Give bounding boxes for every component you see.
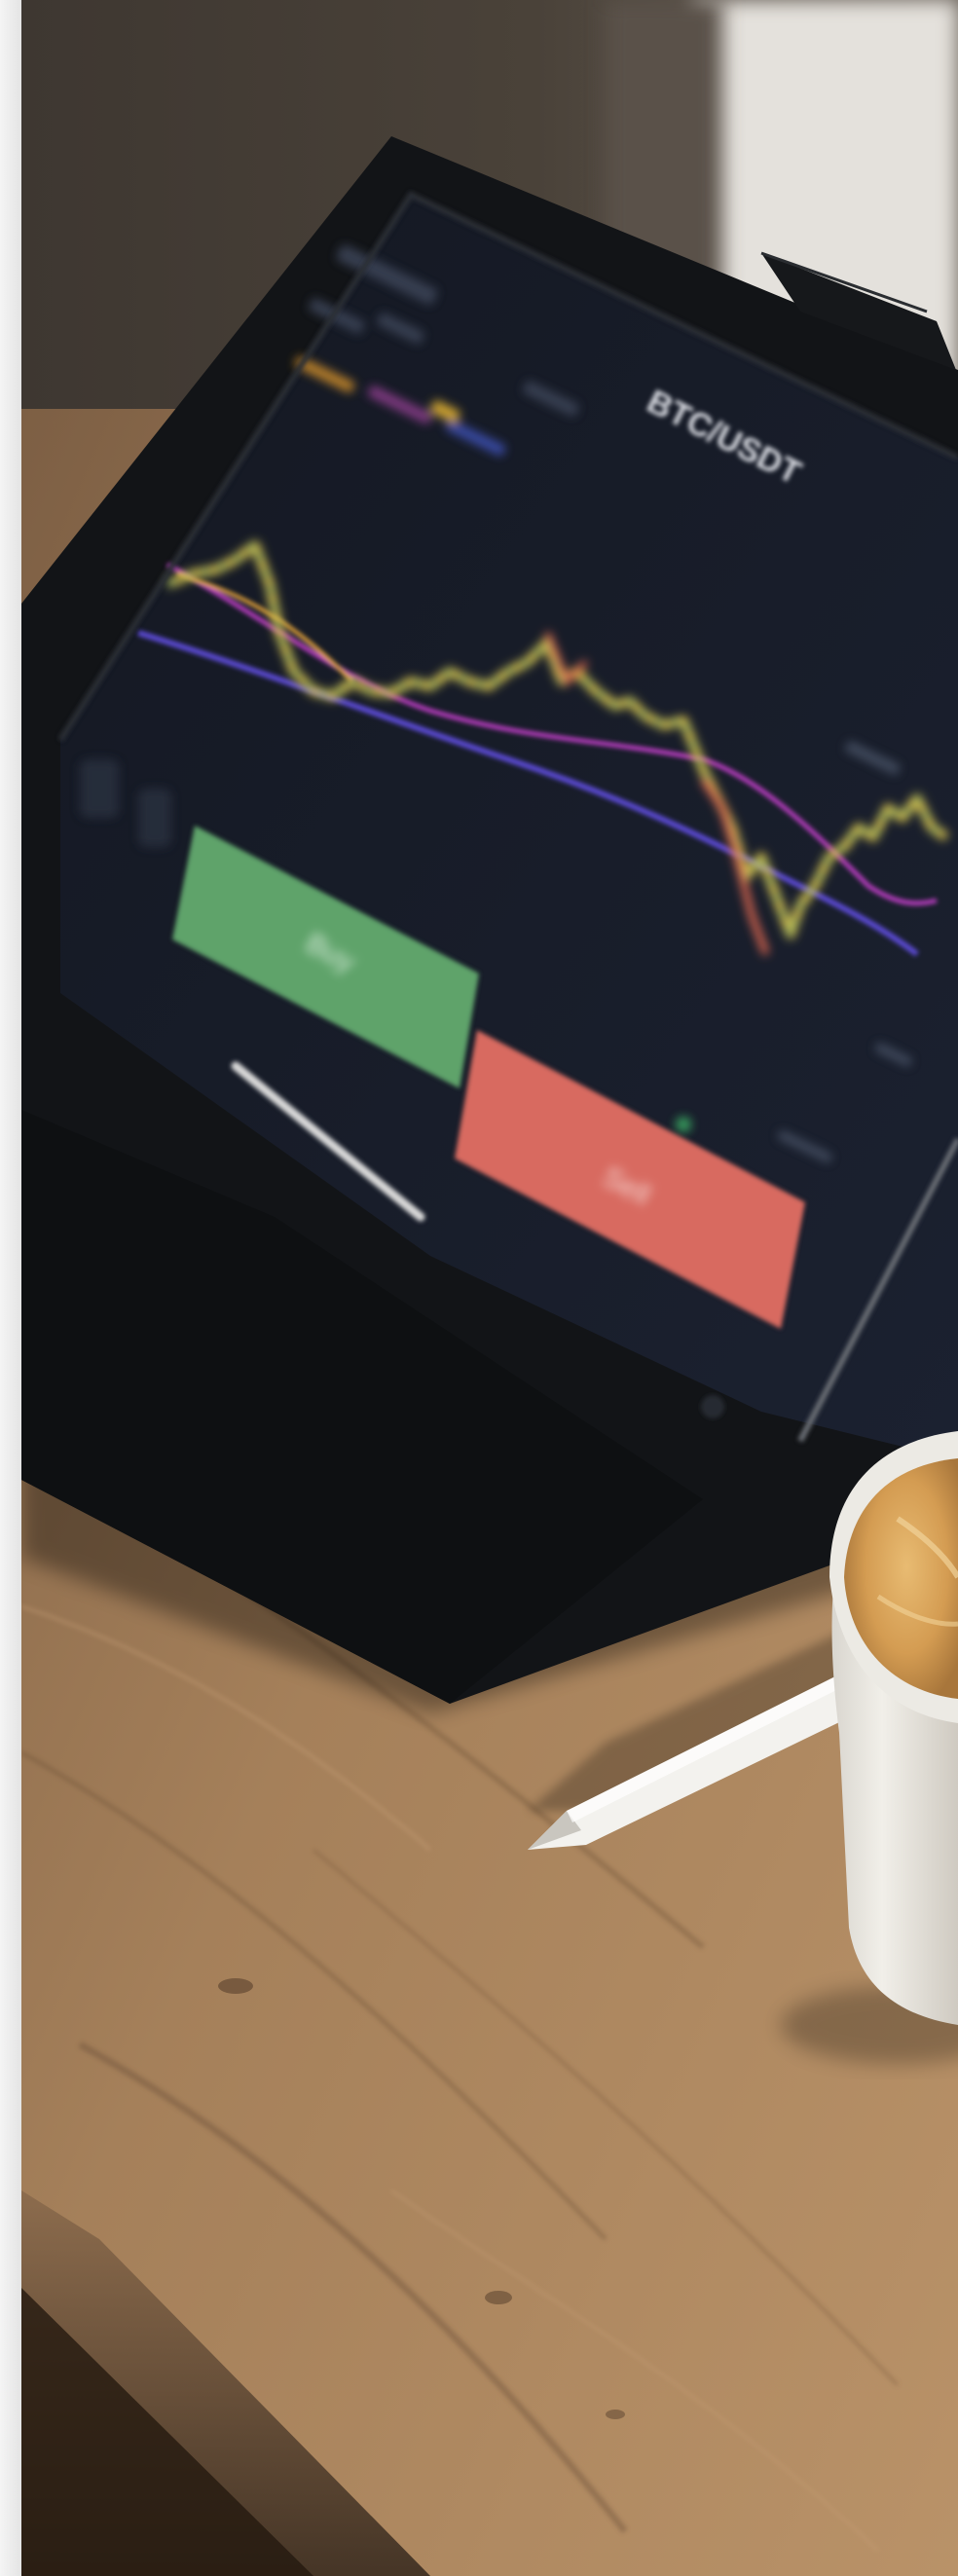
photo-scene: BTC/USDT Buy Sell <box>21 0 958 2576</box>
photo-frame: BTC/USDT Buy Sell <box>21 0 958 2576</box>
left-margin-strip <box>0 0 21 2576</box>
page: BTC/USDT Buy Sell <box>0 0 958 2576</box>
